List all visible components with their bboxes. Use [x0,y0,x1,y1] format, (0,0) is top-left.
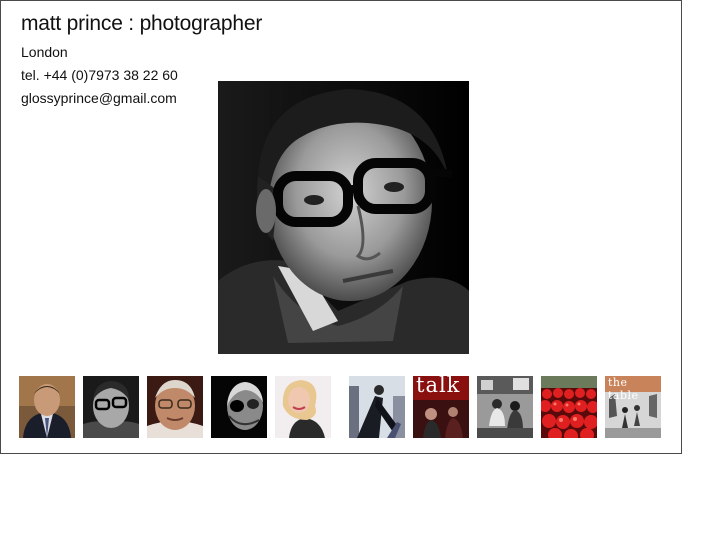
thumbnail-3[interactable] [147,376,203,438]
thumbnail-8[interactable] [477,376,533,438]
email-link[interactable]: glossyprince@gmail.com [21,90,177,106]
thumbnail-5[interactable] [275,376,331,438]
thumbnail-4[interactable] [211,376,267,438]
book-title-text: the table [608,376,639,402]
portrait-photo-icon [218,81,469,354]
page-frame: matt prince : photographer London tel. +… [0,0,682,454]
street-scene-thumb-icon [477,376,533,438]
portrait-older-man-thumb-icon [147,376,203,438]
magazine-title-text: talk [416,376,461,397]
thumbnail-2[interactable] [83,376,139,438]
city-label: London [21,44,68,60]
thumbnail-7[interactable]: talk [413,376,469,438]
thumbnail-1[interactable] [19,376,75,438]
thumbnail-strip: talk the table [19,376,661,438]
portrait-dark-man-thumb-icon [211,376,267,438]
thumbnail-6[interactable] [349,376,405,438]
figure-cityscape-thumb-icon [349,376,405,438]
thumbnail-9[interactable] [541,376,597,438]
portrait-glasses-man-thumb-icon [83,376,139,438]
red-tomatoes-thumb-icon [541,376,597,438]
portrait-man-suit-thumb-icon [19,376,75,438]
page-title: matt prince : photographer [21,12,263,35]
thumbnail-10[interactable]: the table [605,376,661,438]
main-portrait-image [218,81,469,354]
portrait-woman-blonde-thumb-icon [275,376,331,438]
